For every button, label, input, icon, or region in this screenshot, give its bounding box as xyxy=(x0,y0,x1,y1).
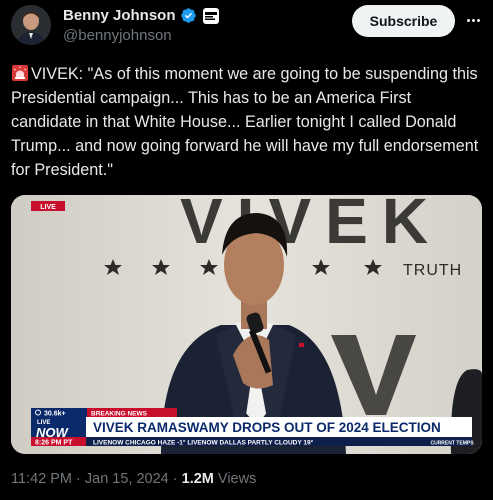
tweet-body: VIVEK: "As of this moment we are going t… xyxy=(11,65,483,179)
live-tag-label: LIVE xyxy=(40,204,56,211)
ticker-tag: CURRENT TEMPS xyxy=(430,441,474,447)
tweet-date[interactable]: Jan 15, 2024 xyxy=(85,471,169,487)
views-label: Views xyxy=(217,471,257,487)
breaking-news-label: BREAKING NEWS xyxy=(91,411,148,418)
handle[interactable]: @bennyjohnson xyxy=(63,27,172,44)
verified-badge-icon[interactable] xyxy=(180,7,197,24)
clock: 8:26 PM PT xyxy=(35,440,73,447)
viewer-count: 30.6k+ xyxy=(44,411,66,418)
ticker-text: LIVENOW CHICAGO HAZE -1° LIVENOW DALLAS … xyxy=(93,439,314,447)
display-name[interactable]: Benny Johnson xyxy=(63,7,176,24)
avatar[interactable] xyxy=(11,5,51,45)
headline: VIVEK RAMASWAMY DROPS OUT OF 2024 ELECTI… xyxy=(93,420,441,435)
more-icon[interactable] xyxy=(462,10,484,30)
tweet-text: VIVEK: "As of this moment we are going t… xyxy=(11,62,485,182)
tweet-meta: 11:42 PM · Jan 15, 2024 · 1.2M Views xyxy=(11,471,257,487)
tweet-header: Benny Johnson @bennyjohnson Subscribe xyxy=(0,0,493,52)
siren-emoji xyxy=(12,65,28,81)
subscribe-button[interactable]: Subscribe xyxy=(352,5,455,37)
name-row: Benny Johnson xyxy=(63,7,219,24)
views-count: 1.2M xyxy=(181,471,214,487)
video-player[interactable]: VIVEK TRUTH LIVE 30.6k+ BREAKING NEWS LI… xyxy=(11,195,482,454)
tweet-time[interactable]: 11:42 PM xyxy=(11,471,72,487)
backdrop-truth-text: TRUTH xyxy=(403,262,462,279)
news-affiliate-badge-icon[interactable] xyxy=(202,7,219,24)
backdrop-lettering: VIVEK xyxy=(180,195,442,257)
